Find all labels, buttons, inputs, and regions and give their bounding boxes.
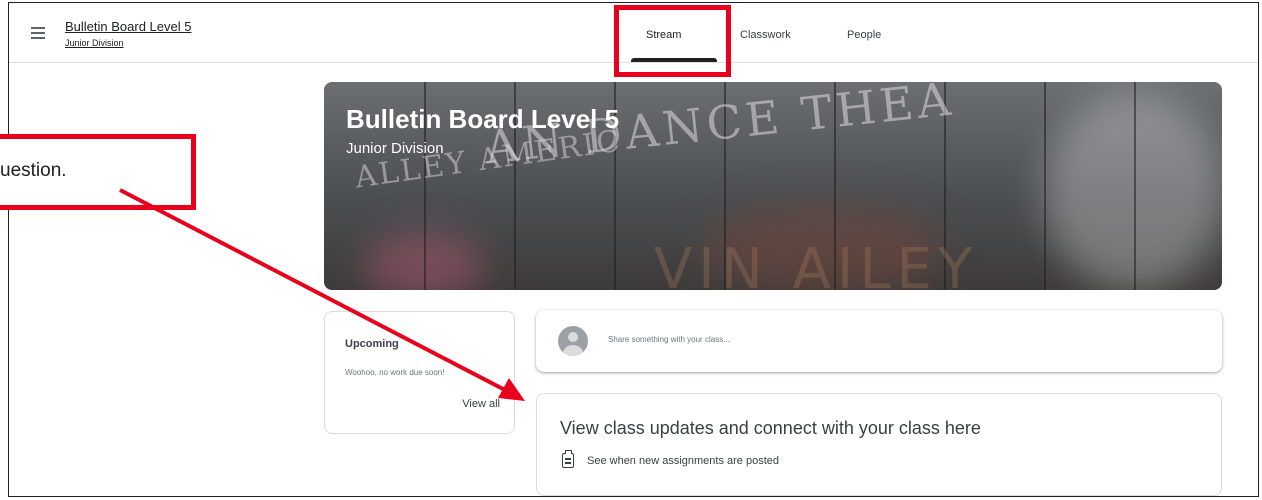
share-input[interactable]: Share something with your class... <box>608 335 730 344</box>
class-section-link[interactable]: Junior Division <box>65 38 124 48</box>
banner-title: Bulletin Board Level 5 <box>346 104 620 134</box>
view-all-link[interactable]: View all <box>462 398 500 410</box>
upcoming-empty-text: Woohoo, no work due soon! <box>345 368 445 377</box>
clipboard-icon <box>562 450 574 468</box>
updates-note: See when new assignments are posted <box>587 455 780 467</box>
updates-title: View class updates and connect with your… <box>560 418 981 438</box>
banner-building-lettering: VIN AILEY <box>654 237 979 290</box>
annotation-callout-text: uestion. <box>0 160 67 181</box>
banner-subtitle: Junior Division <box>346 140 444 157</box>
upcoming-title: Upcoming <box>345 338 399 350</box>
avatar <box>558 326 588 356</box>
stream-tab-highlight <box>614 5 731 77</box>
tab-classwork[interactable]: Classwork <box>740 29 791 41</box>
upcoming-card: Upcoming Woohoo, no work due soon! View … <box>324 311 515 434</box>
class-updates-card: View class updates and connect with your… <box>536 393 1222 496</box>
tab-people[interactable]: People <box>847 29 881 41</box>
class-title-link[interactable]: Bulletin Board Level 5 <box>65 19 191 34</box>
share-box[interactable]: Share something with your class... <box>536 310 1222 372</box>
class-banner: AN DANCE THEA ALLEY AMERIC VIN AILEY Bul… <box>324 82 1222 290</box>
menu-icon[interactable] <box>31 27 45 39</box>
